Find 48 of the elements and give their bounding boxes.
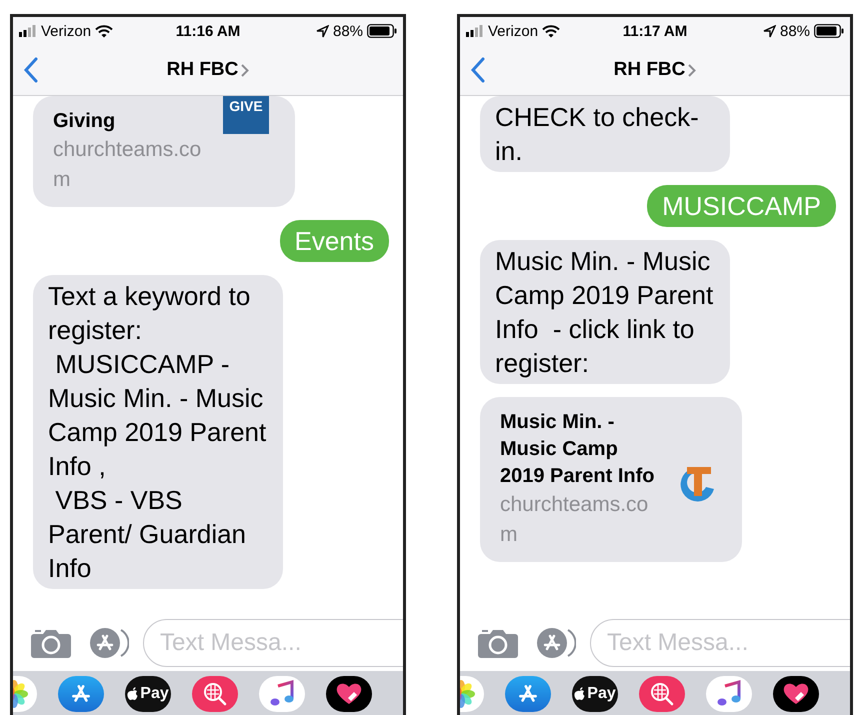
wifi-icon <box>542 24 560 38</box>
pay-label: Pay <box>140 685 169 703</box>
message-bubble: CHECK to check-in. <box>480 96 730 172</box>
app-store-icon[interactable] <box>505 676 551 712</box>
back-icon[interactable] <box>470 57 486 83</box>
back-icon[interactable] <box>23 57 39 83</box>
battery-icon <box>367 24 398 38</box>
link-title: Music Min. - Music Camp 2019 Parent Info <box>500 410 656 489</box>
heart-icon[interactable] <box>326 676 372 712</box>
heart-icon[interactable] <box>773 676 819 712</box>
message-field[interactable]: Text Messa... <box>590 618 850 666</box>
give-logo: GIVE <box>223 96 269 134</box>
location-arrow-icon <box>316 24 329 38</box>
chevron-icon <box>688 64 696 76</box>
globe-search-icon[interactable] <box>192 676 238 712</box>
pay-label: Pay <box>587 685 616 703</box>
battery-percent: 88% <box>780 22 810 40</box>
signal-icon <box>19 25 37 37</box>
apple-logo-icon <box>127 687 140 701</box>
battery-percent: 88% <box>332 22 364 40</box>
carrier-name: Verizon <box>41 22 92 40</box>
link-domain: churchteams.com <box>500 492 650 548</box>
signal-icon <box>466 25 484 37</box>
link-title: Giving <box>53 109 116 134</box>
apple-pay-button[interactable]: Pay <box>572 676 618 712</box>
link-domain: churchteams.com <box>53 137 202 193</box>
message-bubble: Music Min. - Music Camp 2019 Parent Info - click link to register: <box>480 240 730 384</box>
battery-icon <box>814 24 844 38</box>
status-time: 11:17 AM <box>622 22 688 40</box>
globe-search-icon[interactable] <box>639 676 685 712</box>
location-arrow-icon <box>762 24 776 38</box>
message-bubble: Events <box>280 220 389 262</box>
app-store-icon[interactable] <box>58 676 104 712</box>
contact-name[interactable]: RH FBC <box>166 59 238 81</box>
link-preview[interactable]: Music Min. - Music Camp 2019 Parent Info churchteams.com <box>480 397 742 562</box>
status-time: 11:16 AM <box>176 22 240 40</box>
music-note-icon[interactable] <box>706 676 752 712</box>
music-note-icon[interactable] <box>259 676 305 712</box>
wifi-icon <box>95 24 114 38</box>
message-bubble: MUSICCAMP <box>647 185 836 227</box>
message-field[interactable]: Text Messa... <box>143 618 403 666</box>
message-bubble: Text a keyword to register: MUSICCAMP - Music Min. - Music Camp 2019 Parent Info , VBS - VBS Parent/ Guardian Info <box>33 275 283 589</box>
link-preview[interactable]: Giving churchteams.com GIVE <box>33 96 295 207</box>
carrier-name: Verizon <box>488 22 538 40</box>
contact-name[interactable]: RH FBC <box>614 59 686 81</box>
chevron-icon <box>241 64 250 76</box>
apple-pay-button[interactable]: Pay <box>125 676 171 712</box>
apple-logo-icon <box>574 687 586 701</box>
